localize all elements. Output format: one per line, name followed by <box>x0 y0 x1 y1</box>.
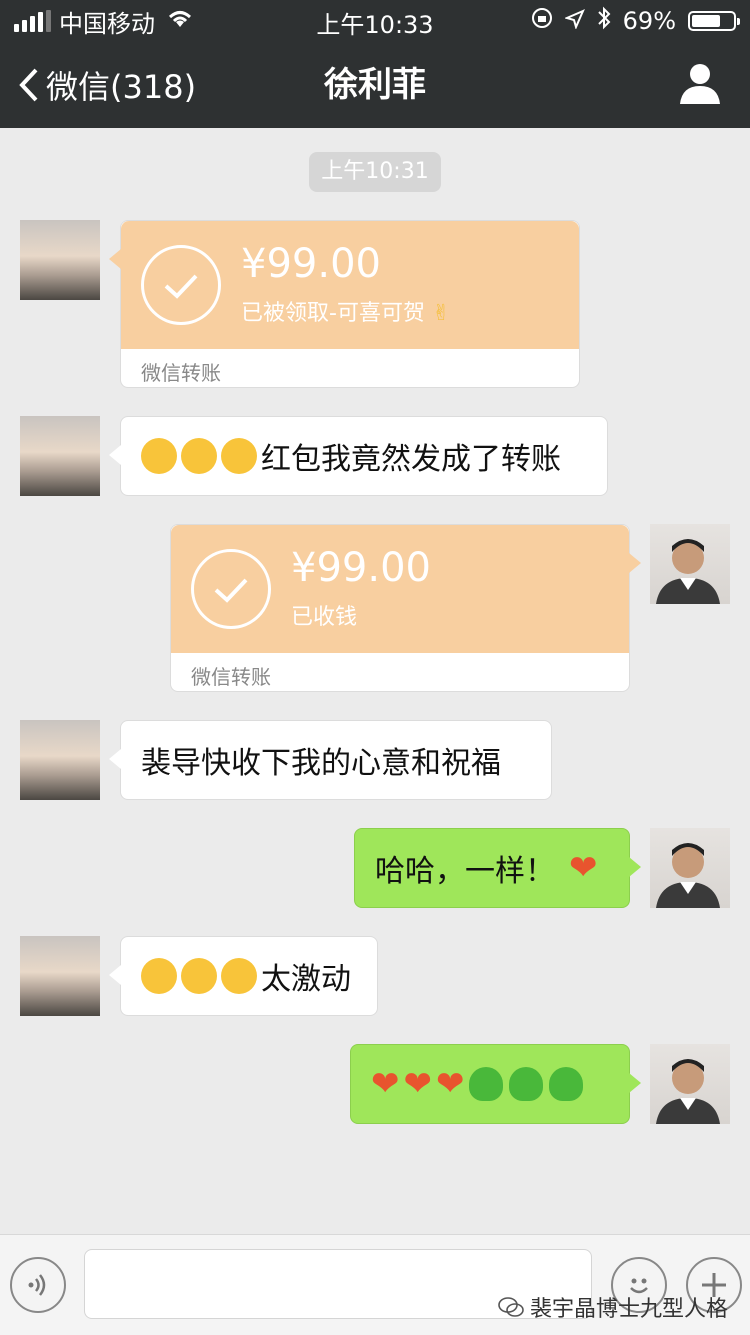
voice-button[interactable] <box>10 1257 66 1313</box>
transfer-card-incoming[interactable]: ¥99.00 已被领取-可喜可贺 ✌ 微信转账 <box>109 220 580 388</box>
contact-avatar[interactable] <box>20 220 100 300</box>
person-photo-icon <box>656 843 720 908</box>
heart-emoji-icon: ❤ <box>371 1064 400 1104</box>
hugging-emoji-icon <box>141 958 177 994</box>
check-circle-icon <box>191 549 271 629</box>
frog-emoji-icon <box>508 1067 543 1101</box>
heart-emoji-icon: ❤ <box>403 1064 433 1104</box>
heart-emoji-icon: ❤ <box>436 1064 465 1104</box>
input-bar: 裴宇晶博士九型人格 <box>0 1234 750 1335</box>
contact-avatar[interactable] <box>20 936 100 1016</box>
transfer-amount: ¥99.00 <box>291 545 431 591</box>
crying-laughing-emoji-icon <box>181 438 217 474</box>
chat-timestamp: 上午10:31 <box>309 152 441 192</box>
location-icon <box>563 7 585 35</box>
message-bubble-outgoing[interactable]: ❤ ❤ ❤ <box>350 1044 641 1124</box>
battery-fill <box>692 15 720 27</box>
battery-percent: 69% <box>622 7 676 35</box>
person-icon <box>680 64 720 104</box>
profile-button[interactable] <box>678 62 722 106</box>
message-bubble-outgoing[interactable]: 哈哈，一样！ ❤ <box>354 828 641 908</box>
rotation-lock-icon <box>531 7 553 35</box>
message-bubble-incoming[interactable]: 红包我竟然发成了转账 <box>109 416 608 496</box>
self-avatar[interactable] <box>650 524 730 604</box>
status-right: 69% <box>531 6 740 36</box>
crying-laughing-emoji-icon <box>141 438 177 474</box>
self-avatar[interactable] <box>650 828 730 908</box>
watermark: 裴宇晶博士九型人格 <box>498 1291 728 1323</box>
frog-emoji-icon <box>548 1067 583 1101</box>
victory-hand-icon: ✌ <box>431 301 451 326</box>
contact-avatar[interactable] <box>20 720 100 800</box>
crying-laughing-emoji-icon <box>221 438 257 474</box>
check-circle-icon <box>141 245 221 325</box>
voice-icon <box>28 1274 46 1296</box>
hugging-emoji-icon <box>181 958 217 994</box>
message-text: 裴导快收下我的心意和祝福 <box>141 746 501 781</box>
contact-avatar[interactable] <box>20 416 100 496</box>
transfer-amount: ¥99.00 <box>241 241 381 287</box>
chat-title: 徐利菲 <box>324 65 426 105</box>
top-bar: 中国移动 上午10:33 69% 微信(318) 徐利菲 <box>0 0 750 128</box>
message-bubble-incoming[interactable]: 太激动 <box>109 936 378 1016</box>
transfer-card-outgoing[interactable]: ¥99.00 已收钱 微信转账 <box>170 524 641 692</box>
message-text: 哈哈，一样！ <box>375 854 555 889</box>
frog-emoji-icon <box>468 1067 503 1101</box>
transfer-status: 已收钱 <box>291 605 358 630</box>
watermark-text: 裴宇晶博士九型人格 <box>529 1297 728 1322</box>
battery-icon <box>688 11 740 31</box>
transfer-status-text: 已被领取-可喜可贺 <box>241 301 425 326</box>
transfer-status: 已被领取-可喜可贺 ✌ <box>241 295 450 327</box>
hugging-emoji-icon <box>221 958 257 994</box>
transfer-footer: 微信转账 <box>191 665 271 689</box>
message-text: 红包我竟然发成了转账 <box>261 442 561 477</box>
person-photo-icon <box>656 1059 720 1124</box>
transfer-footer: 微信转账 <box>141 361 221 385</box>
self-avatar[interactable] <box>650 1044 730 1124</box>
message-bubble-incoming[interactable]: 裴导快收下我的心意和祝福 <box>109 720 552 800</box>
bluetooth-icon <box>597 6 611 36</box>
message-text: 太激动 <box>261 962 351 997</box>
wechat-logo-icon <box>498 1297 524 1317</box>
heart-emoji-icon: ❤ <box>569 848 598 888</box>
person-photo-icon <box>656 539 720 604</box>
